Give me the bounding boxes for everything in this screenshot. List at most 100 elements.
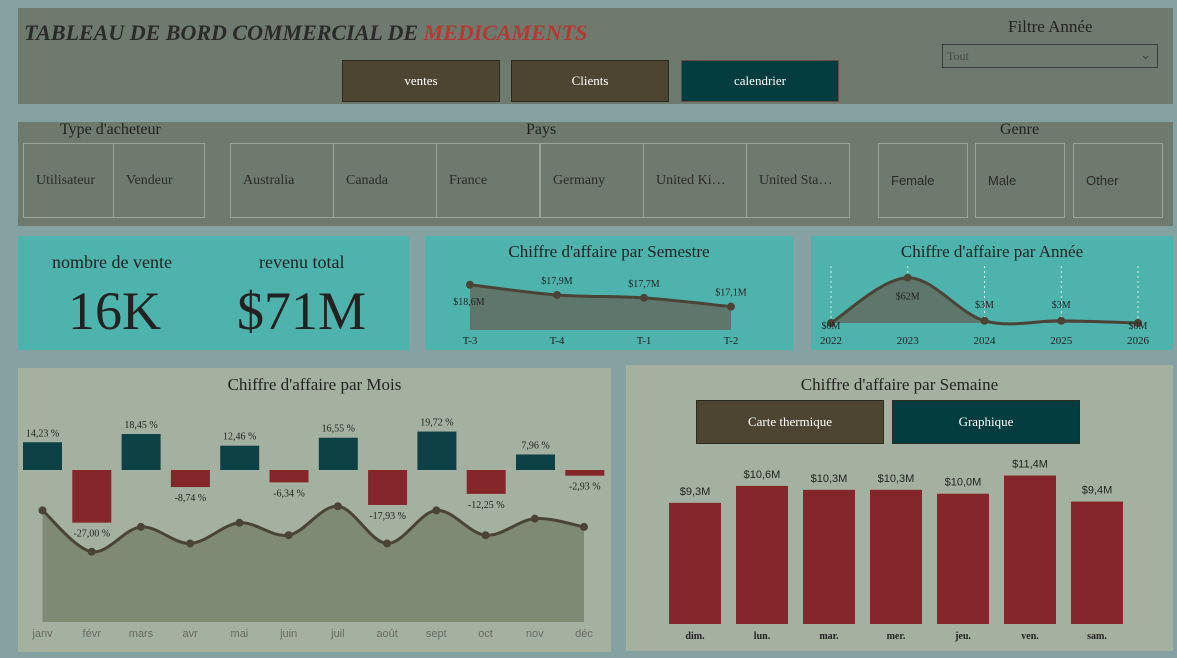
growth-label: 7,96 % [521, 440, 549, 451]
data-point [466, 280, 474, 289]
gender-title: Genre [1000, 121, 1040, 138]
chart-mois: 14,23 % -27,00 % 18,45 % -8,74 % 12,46 % -6,3… [23, 418, 605, 640]
series-area [470, 284, 731, 330]
trend-point [284, 531, 293, 540]
x-tick-label: juil [330, 628, 344, 640]
growth-label: -8,74 % [175, 493, 207, 504]
data-point [553, 290, 561, 299]
x-tick-label: ven. [1021, 631, 1039, 642]
trend-point [530, 514, 539, 523]
growth-label: -27,00 % [73, 529, 110, 540]
growth-bar-negative [466, 470, 506, 494]
growth-bar-positive [23, 442, 62, 470]
filter-gender-other[interactable]: Other [1073, 143, 1163, 218]
sales-count-label: nombre de vente [52, 252, 172, 272]
data-label: $10,3M [878, 473, 915, 485]
data-point [903, 273, 912, 282]
trend-point [38, 506, 47, 515]
x-tick-label: mer. [887, 631, 906, 642]
x-tick-label: août [376, 628, 397, 640]
x-tick-label: mai [231, 628, 249, 640]
growth-bar-positive [516, 454, 555, 470]
growth-bar-negative [565, 470, 605, 476]
filter-country-us[interactable]: United Sta… [746, 143, 850, 218]
trend-point [235, 518, 244, 527]
filter-country-france[interactable]: France [436, 143, 540, 218]
x-tick-label: T-2 [724, 335, 739, 347]
x-tick-label: déc [575, 628, 593, 640]
data-label: $0M [1129, 321, 1148, 332]
x-tick-label: avr [183, 628, 199, 640]
revenue-value: $71M [237, 281, 367, 341]
title-accent: MEDICAMENTS [423, 20, 588, 45]
nav-button-calendrier[interactable]: calendrier [681, 60, 839, 102]
data-label: $10,6M [744, 469, 781, 481]
title-main: TABLEAU DE BORD COMMERCIAL DE [24, 20, 424, 45]
x-tick-label: févr [83, 628, 102, 640]
filter-country-australia[interactable]: Australia [230, 143, 334, 218]
page-title: TABLEAU DE BORD COMMERCIAL DE MEDICAMENT… [24, 20, 587, 46]
week-bar [937, 493, 989, 624]
data-label: $3M [1052, 300, 1071, 311]
filter-country-uk[interactable]: United Ki… [643, 143, 747, 218]
filters-panel: Type d'acheteur Utilisateur Vendeur Pays… [18, 121, 1173, 226]
data-label: $62M [896, 292, 920, 303]
data-label: $10,0M [945, 477, 982, 489]
growth-bar-positive [220, 445, 260, 470]
trend-point [432, 506, 441, 515]
nav-button-ventes[interactable]: ventes [342, 60, 500, 102]
growth-label: -6,34 % [273, 488, 305, 499]
filter-country-germany[interactable]: Germany [540, 143, 644, 218]
filter-gender-female[interactable]: Female [878, 143, 968, 218]
data-point [980, 316, 989, 325]
data-label: $17,9M [541, 276, 573, 287]
x-tick-label: sam. [1087, 631, 1107, 642]
week-bar [736, 485, 788, 624]
growth-bar-negative [170, 470, 210, 488]
week-bar [669, 502, 721, 624]
buyer-type-title: Type d'acheteur [60, 121, 161, 138]
x-tick-label: lun. [754, 631, 771, 642]
week-bar [803, 489, 855, 624]
x-tick-label: oct [478, 628, 493, 640]
growth-label: 12,46 % [223, 432, 256, 443]
growth-bar-negative [72, 470, 112, 523]
sales-count-value: 16K [68, 281, 161, 341]
x-tick-label: sept [426, 628, 447, 640]
chart-semestre: $18,6M T-3 $17,9M T-4 $17,7M T-1 $17,1M T-2 [453, 276, 747, 347]
nav-label: Clients [571, 73, 609, 88]
filter-buyer-vendeur[interactable]: Vendeur [113, 143, 205, 218]
week-bar [870, 489, 922, 624]
growth-label: -12,25 % [468, 500, 505, 511]
filter-buyer-utilisateur[interactable]: Utilisateur [23, 143, 114, 218]
trend-point [481, 531, 490, 540]
x-tick-label: 2023 [897, 335, 920, 347]
x-tick-label: nov [526, 628, 544, 640]
growth-bar-positive [318, 437, 358, 470]
x-tick-label: jeu. [954, 631, 971, 642]
data-point [640, 293, 648, 302]
growth-label: 14,23 % [26, 428, 59, 439]
data-label: $10,3M [811, 473, 848, 485]
data-label: $11,4M [1012, 459, 1048, 471]
trend-point [186, 539, 195, 548]
data-label: $3M [975, 300, 994, 311]
data-point [1057, 316, 1066, 325]
x-tick-label: juin [279, 628, 297, 640]
data-label: $0M [822, 321, 841, 332]
year-select[interactable]: Tout ⌄ [942, 44, 1158, 68]
trend-point [333, 502, 342, 511]
x-tick-label: 2025 [1050, 335, 1073, 347]
data-point [727, 302, 735, 311]
header-panel: TABLEAU DE BORD COMMERCIAL DE MEDICAMENT… [18, 8, 1173, 104]
growth-label: -17,93 % [369, 511, 406, 522]
filter-country-canada[interactable]: Canada [333, 143, 437, 218]
growth-label: 16,55 % [322, 424, 355, 435]
nav-button-clients[interactable]: Clients [511, 60, 669, 102]
filter-gender-male[interactable]: Male [975, 143, 1065, 218]
x-tick-label: T-1 [637, 335, 652, 347]
filter-year-label: Filtre Année [1008, 17, 1093, 36]
trend-point [580, 522, 588, 531]
data-label: $17,7M [628, 279, 660, 290]
chevron-down-icon: ⌄ [1140, 47, 1151, 62]
